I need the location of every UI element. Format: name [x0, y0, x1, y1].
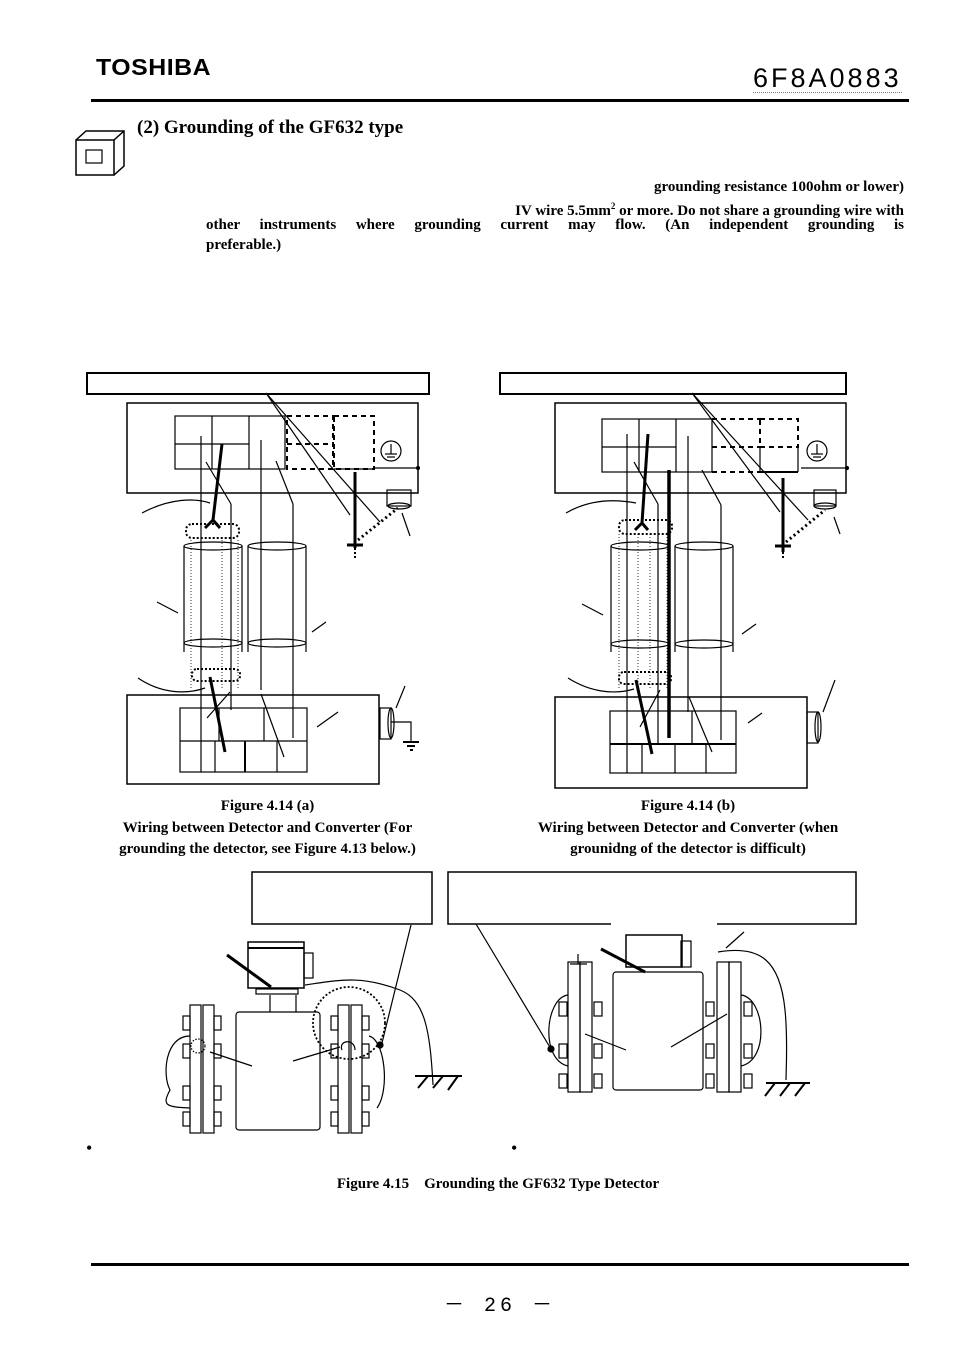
callout-box-right	[447, 871, 857, 925]
footer-divider	[91, 1263, 909, 1266]
figure-4-14b-diagram	[499, 372, 850, 789]
bullet-right: •	[511, 1138, 518, 1158]
body-text-line-3: other instruments where grounding curren…	[206, 217, 904, 233]
figure-4-15-diagram	[165, 871, 857, 1134]
page-number: － 26 －	[443, 1295, 556, 1318]
caption-line: Wiring between Detector and Converter (F…	[122, 819, 413, 836]
bullet-left: •	[86, 1138, 93, 1158]
callout-box-left	[251, 871, 433, 925]
label-box-a	[86, 372, 430, 395]
figure-4-14a-diagram	[86, 372, 430, 785]
caption-line: Wiring between Detector and Converter (w…	[537, 819, 839, 836]
figure-4-15-caption: Figure 4.15 Grounding the GF632 Type Det…	[336, 1176, 660, 1192]
figure-4-14b-caption: Figure 4.14 (b) Wiring between Detector …	[500, 796, 876, 861]
caption-line: grounding the detector, see Figure 4.13 …	[119, 841, 416, 857]
figure-4-14a-caption: Figure 4.14 (a) Wiring between Detector …	[80, 796, 455, 861]
figure-number: Figure 4.14 (a)	[220, 798, 315, 814]
body-text-line-4: preferable.)	[206, 237, 282, 253]
body-text-line-1: grounding resistance 100ohm or lower)	[654, 179, 904, 195]
label-box-b	[499, 372, 847, 395]
figure-number: Figure 4.14 (b)	[640, 798, 736, 814]
caption-line: grounidng of the detector is difficult)	[570, 841, 806, 857]
instruction-cube-icon	[75, 130, 125, 176]
converter-box-b	[554, 402, 847, 494]
section-heading: (2) Grounding of the GF632 type	[137, 117, 404, 138]
